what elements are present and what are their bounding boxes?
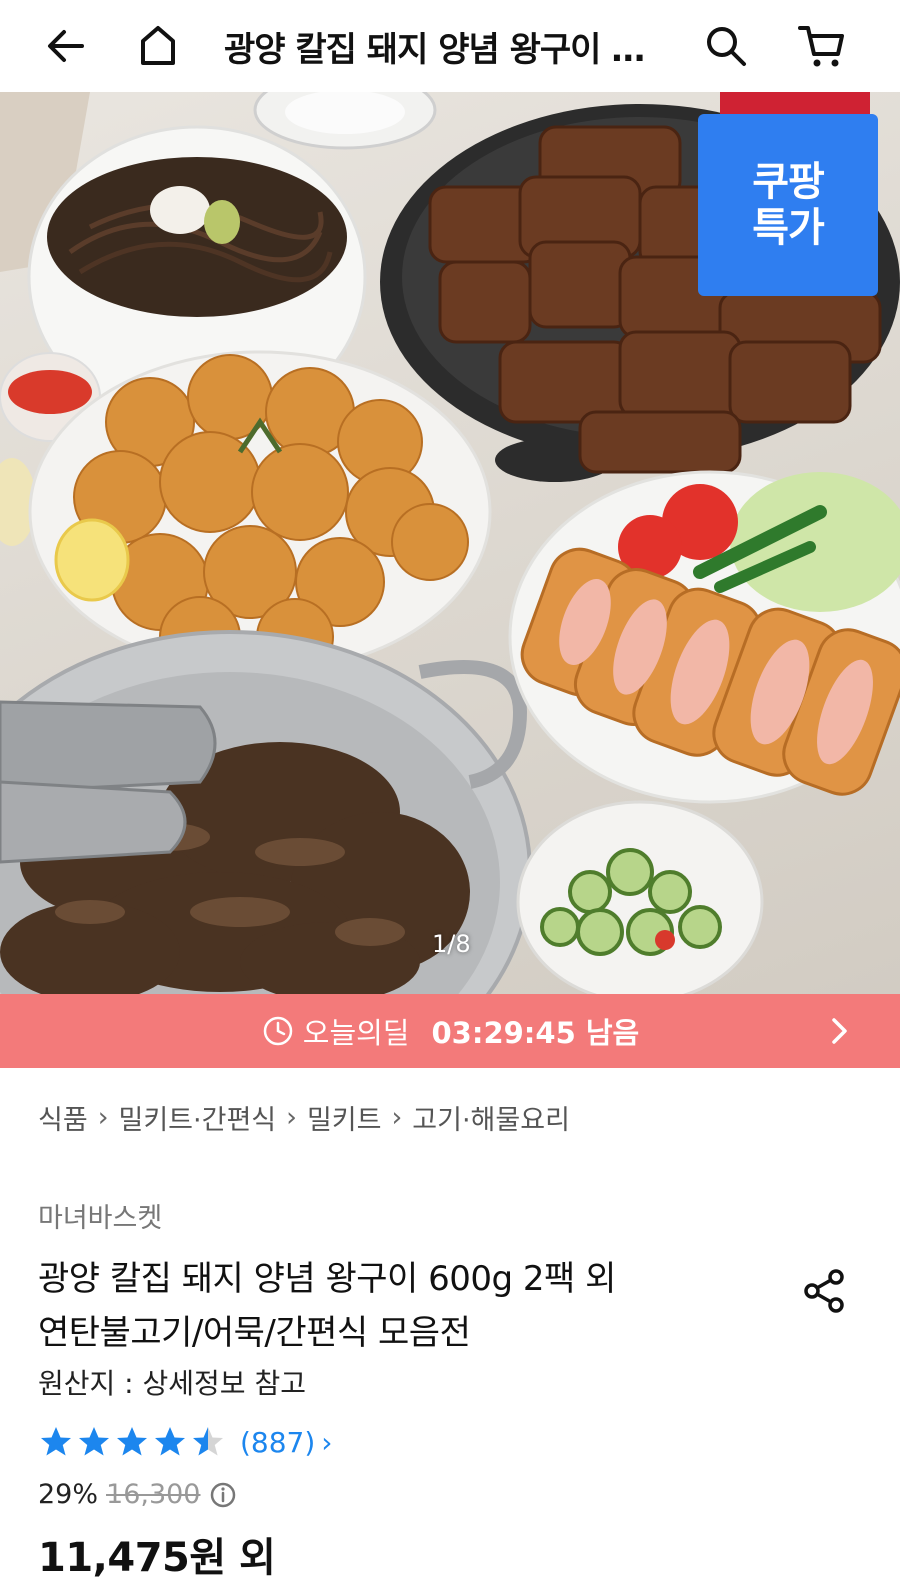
- sale-price: 11,475원 외: [38, 1535, 276, 1581]
- star-icon: [79, 1427, 109, 1456]
- chevron-right-icon: ›: [286, 1102, 297, 1133]
- seller-name[interactable]: 마녀바스켓: [38, 1196, 162, 1235]
- star-icon: [155, 1427, 185, 1456]
- breadcrumb-item-meat-seafood[interactable]: 고기·해물요리: [412, 1098, 570, 1137]
- star-icon: [117, 1427, 147, 1456]
- breadcrumb-item-mealkit-convenience[interactable]: 밀키트·간편식: [119, 1098, 277, 1137]
- chevron-right-icon[interactable]: ›: [321, 1426, 332, 1459]
- breadcrumb-item-food[interactable]: 식품: [38, 1098, 88, 1137]
- discount-rate: 29%: [38, 1479, 99, 1510]
- chevron-right-icon: ›: [391, 1102, 403, 1133]
- breadcrumb-item-mealkit[interactable]: 밀키트: [307, 1098, 382, 1137]
- todays-deal-bar[interactable]: 오늘의딜 03:29:45 남음: [0, 994, 900, 1068]
- deal-countdown: 03:29:45 남음: [431, 1016, 640, 1050]
- chevron-right-icon: ›: [97, 1102, 109, 1133]
- special-price-badge: 쿠팡 특가: [698, 92, 878, 302]
- badge-line2: 특가: [752, 205, 825, 251]
- image-counter: 1/8: [432, 930, 471, 958]
- original-price: 16,300: [106, 1479, 201, 1510]
- info-icon[interactable]: [209, 1481, 237, 1509]
- half-star-icon: [193, 1427, 223, 1456]
- product-title-line1: 광양 칼집 돼지 양념 왕구이 600g 2팩 외: [38, 1259, 616, 1299]
- star-icon: [41, 1427, 71, 1456]
- clock-icon: [263, 1016, 293, 1046]
- review-count[interactable]: (887): [240, 1426, 315, 1459]
- breadcrumb: 식품 › 밀키트·간편식 › 밀키트 › 고기·해물요리: [38, 1098, 570, 1137]
- home-icon[interactable]: [126, 14, 190, 78]
- rating-row[interactable]: (887) ›: [38, 1424, 333, 1460]
- deal-label: 오늘의딜: [302, 1016, 410, 1050]
- back-arrow-icon[interactable]: [34, 14, 98, 78]
- top-app-bar: 광양 칼집 돼지 양념 왕구이 …: [0, 0, 900, 92]
- badge-label: 쿠팡 특가: [698, 114, 878, 296]
- share-icon[interactable]: [800, 1266, 850, 1316]
- product-title-line2: 연탄불고기/어묵/간편식 모음전: [38, 1313, 471, 1353]
- badge-ribbon: [720, 92, 870, 116]
- product-image-carousel[interactable]: 쿠팡 특가 1/8: [0, 92, 900, 994]
- chevron-right-icon[interactable]: [822, 1014, 856, 1048]
- price-discount-row: 29% 16,300: [38, 1479, 237, 1510]
- origin-info: 원산지 : 상세정보 참고: [38, 1367, 306, 1400]
- badge-line1: 쿠팡: [752, 159, 825, 205]
- cart-icon[interactable]: [790, 14, 854, 78]
- search-icon[interactable]: [694, 14, 758, 78]
- page-title: 광양 칼집 돼지 양념 왕구이 …: [224, 30, 645, 70]
- product-title: 광양 칼집 돼지 양념 왕구이 600g 2팩 외 연탄불고기/어묵/간편식 모…: [38, 1252, 758, 1360]
